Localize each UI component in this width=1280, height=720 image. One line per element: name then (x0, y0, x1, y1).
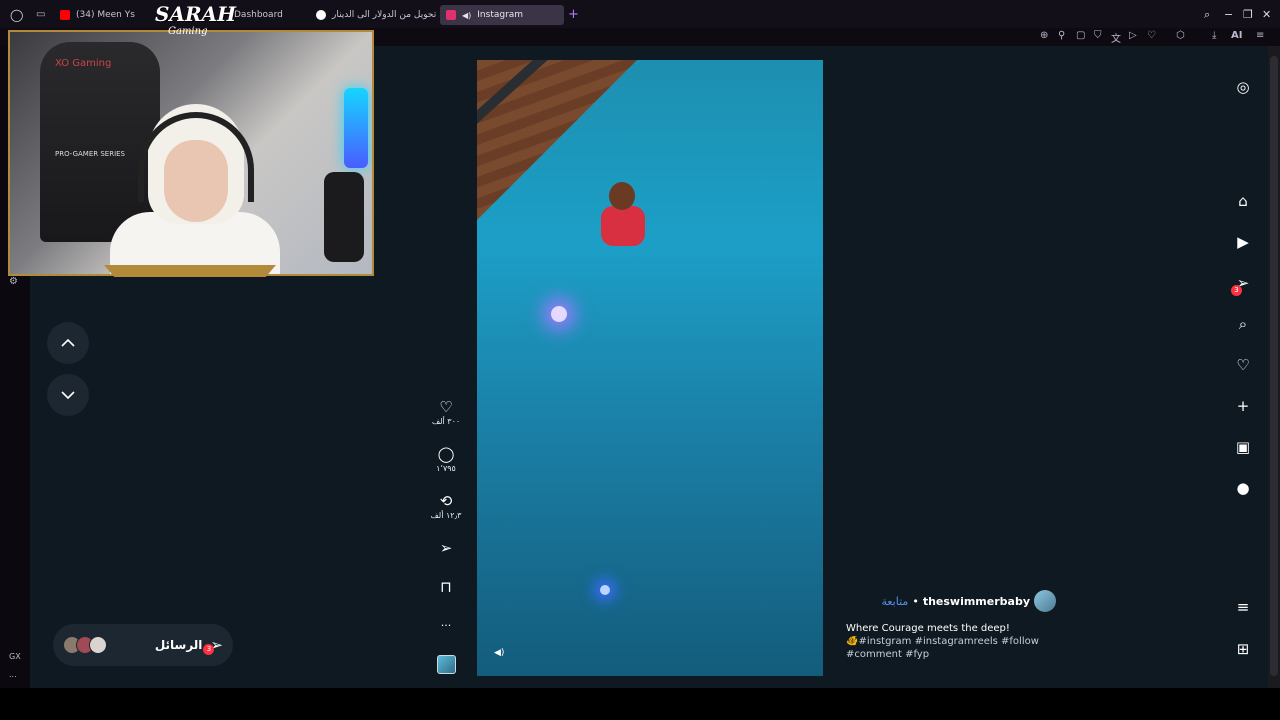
chair-model: PRO-GAMER SERIES (55, 150, 125, 158)
save-button[interactable]: ⊓ (426, 578, 466, 596)
audio-thumbnail[interactable] (437, 655, 456, 674)
message-avatars (63, 636, 107, 654)
stream-logo: SARAH (155, 2, 236, 26)
create-icon[interactable]: + (1228, 397, 1258, 415)
gx-label[interactable]: GX (9, 652, 21, 661)
tab-title: تحويل من الدولار الى الدينار (332, 10, 437, 20)
webcam-overlay: XO Gaming PRO-GAMER SERIES (8, 30, 374, 276)
send-icon: ➢ 3 (203, 636, 223, 655)
pool-light (551, 306, 567, 322)
repost-icon: ⟲ (439, 492, 453, 510)
opera-logo-icon[interactable]: ◯ (10, 8, 23, 22)
send-icon: ➢ (439, 539, 453, 557)
hashtags[interactable]: 🐠#instgram #instagramreels #follow (846, 635, 1056, 648)
mute-icon[interactable]: ◀) (494, 648, 508, 662)
messages-badge: 3 (203, 644, 215, 655)
zoom-icon[interactable]: ⊕ (1040, 30, 1048, 41)
chair-brand: XO Gaming (55, 58, 112, 69)
author-avatar[interactable] (1034, 590, 1056, 612)
translate-icon[interactable]: 文 (1111, 30, 1121, 45)
username-link[interactable]: theswimmerbaby (923, 595, 1030, 608)
repost-button[interactable]: ⟲ ١٢٫٣ ألف (426, 492, 466, 520)
comment-icon: ◯ (437, 445, 455, 463)
messages-label: الرسائل (154, 638, 203, 652)
play-icon[interactable]: ▷ (1129, 30, 1137, 41)
reels-icon[interactable]: ▶ (1228, 233, 1258, 251)
follow-button[interactable]: متابعة (881, 595, 908, 608)
pin-icon[interactable]: ⚲ (1058, 30, 1065, 41)
previous-reel-button[interactable] (47, 322, 89, 364)
menu-icon[interactable]: ≡ (1256, 30, 1264, 41)
bottom-bar (0, 688, 1280, 720)
instagram-logo-icon[interactable]: ◎ (1228, 78, 1258, 96)
bookmark-icon: ⊓ (440, 578, 452, 596)
dashboard-icon[interactable]: ▣ (1228, 438, 1258, 456)
google-icon (316, 10, 326, 20)
webcam-frame-accent (104, 265, 276, 277)
comment-count: ١٬٧٩٥ (436, 464, 456, 473)
repost-count: ١٢٫٣ ألف (430, 511, 462, 520)
next-reel-button[interactable] (47, 374, 89, 416)
browser-window: ◯ ▭ (34) Meen Ys Dashboard تحويل من الدو… (0, 0, 1280, 720)
also-from-meta-icon[interactable]: ⊞ (1228, 640, 1258, 658)
caption-text: Where Courage meets the deep! (846, 623, 1010, 634)
chevron-up-icon (61, 338, 75, 347)
chevron-down-icon (61, 391, 75, 400)
pool-light (600, 585, 610, 595)
child-swimmer (601, 182, 651, 246)
audio-icon: ◀) (462, 10, 472, 20)
like-button[interactable]: ♡ ٣٠٠ ألف (426, 398, 466, 426)
profile-avatar-icon[interactable]: ● (1228, 479, 1258, 497)
microphone (324, 172, 364, 262)
restore-icon[interactable]: ❐ (1243, 8, 1253, 21)
settings-gear-icon[interactable]: ⚙ (9, 276, 18, 287)
more-options-button[interactable]: ... (426, 614, 466, 632)
tab-title: (34) Meen Ys (76, 10, 135, 20)
minimize-icon[interactable]: − (1224, 8, 1233, 21)
avatar (89, 636, 107, 654)
snapshot-icon[interactable]: ▢ (1076, 30, 1085, 41)
search-tabs-icon[interactable]: ⌕ (1204, 8, 1210, 22)
shield-icon[interactable]: ⛉ (1094, 30, 1102, 41)
reel-caption: متابعة • theswimmerbaby Where Courage me… (846, 590, 1056, 661)
youtube-icon (60, 10, 70, 20)
rgb-lamp (344, 88, 368, 168)
more-icon: ... (440, 616, 452, 629)
tab-instagram[interactable]: ◀) Instagram (440, 5, 564, 25)
heart-icon[interactable]: ♡ (1147, 30, 1156, 41)
tab-dashboard[interactable]: Dashboard (228, 5, 308, 25)
reel-video[interactable]: ◀) (477, 60, 823, 676)
tab-island-icon[interactable]: ▭ (36, 9, 45, 20)
home-icon[interactable]: ⌂ (1228, 192, 1258, 210)
tab-title: Dashboard (234, 10, 283, 20)
direct-badge: 3 (1231, 285, 1242, 296)
tab-title: Instagram (477, 10, 524, 20)
stream-logo-sub: Gaming (168, 26, 208, 37)
like-count: ٣٠٠ ألف (431, 417, 461, 426)
sidebar-more-icon[interactable]: ... (9, 670, 17, 679)
author-row: متابعة • theswimmerbaby (846, 590, 1056, 612)
ai-button[interactable]: AI (1231, 30, 1242, 41)
tab-youtube[interactable]: (34) Meen Ys (54, 5, 154, 25)
separator-dot: • (912, 594, 919, 608)
comment-button[interactable]: ◯ ١٬٧٩٥ (426, 445, 466, 473)
download-icon[interactable]: ⤓ (1212, 30, 1216, 41)
new-tab-button[interactable]: + (568, 7, 579, 22)
share-button[interactable]: ➢ (426, 539, 466, 557)
more-menu-icon[interactable]: ≡ (1228, 598, 1258, 616)
notifications-heart-icon[interactable]: ♡ (1228, 356, 1258, 374)
hashtags[interactable]: #comment #fyp (846, 648, 1056, 661)
extensions-icon[interactable]: ⬡ (1176, 30, 1185, 41)
instagram-icon (446, 10, 456, 20)
close-icon[interactable]: ✕ (1262, 8, 1271, 21)
search-icon[interactable]: ⌕ (1228, 315, 1258, 333)
tab-currency[interactable]: تحويل من الدولار الى الدينار (310, 5, 438, 25)
heart-icon: ♡ (439, 398, 453, 416)
page-scrollbar[interactable] (1268, 46, 1280, 688)
messages-button[interactable]: الرسائل ➢ 3 (53, 624, 233, 666)
